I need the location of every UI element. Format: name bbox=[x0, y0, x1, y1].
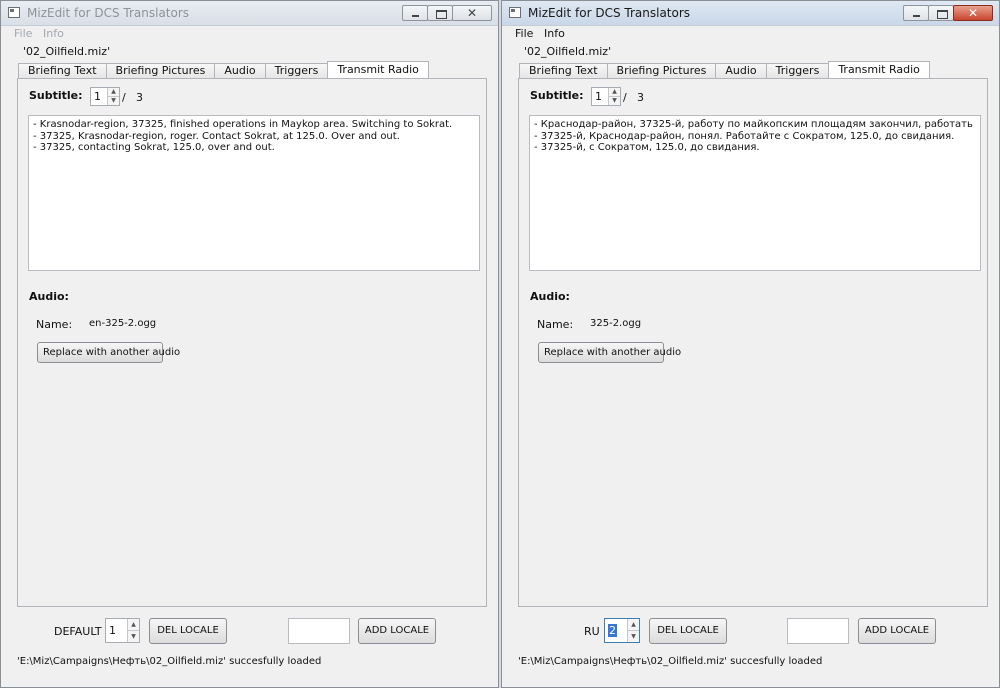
tab-triggers[interactable]: Triggers bbox=[765, 63, 830, 78]
spin-up-icon[interactable]: ▲ bbox=[628, 619, 639, 630]
maximize-button[interactable] bbox=[427, 5, 453, 21]
audio-name-value: en-325-2.ogg bbox=[89, 318, 157, 329]
add-locale-button[interactable]: ADD LOCALE bbox=[358, 618, 436, 644]
window-title: MizEdit for DCS Translators bbox=[27, 6, 190, 20]
app-window-icon bbox=[8, 7, 20, 18]
menu-bar: File Info bbox=[502, 26, 999, 42]
minimize-button[interactable] bbox=[402, 5, 428, 21]
subtitle-line: - 37325, contacting Sokrat, 125.0, over … bbox=[33, 142, 275, 153]
subtitle-line: - Краснодар-район, 37325-й, работу по ма… bbox=[534, 119, 976, 130]
audio-name-value: 325-2.ogg bbox=[590, 318, 642, 329]
spin-down-icon[interactable]: ▼ bbox=[128, 630, 139, 642]
new-locale-input[interactable] bbox=[288, 618, 350, 644]
tab-briefing-pictures[interactable]: Briefing Pictures bbox=[606, 63, 717, 78]
tab-triggers[interactable]: Triggers bbox=[264, 63, 329, 78]
subtitle-line: - 37325-й, Краснодар-район, понял. Работ… bbox=[534, 130, 955, 142]
status-bar: 'E:\Miz\Campaigns\Нефть\02_Oilfield.miz'… bbox=[17, 656, 322, 667]
locale-spinbox[interactable]: 2 ▲ ▼ bbox=[604, 618, 640, 643]
maximize-button[interactable] bbox=[928, 5, 954, 21]
subtitle-text-area[interactable]: - Krasnodar-region, 37325, finished oper… bbox=[28, 115, 480, 271]
title-bar[interactable]: MizEdit for DCS Translators ✕ bbox=[502, 1, 999, 26]
locale-spinbox[interactable]: 1 ▲ ▼ bbox=[105, 618, 140, 643]
spin-up-icon[interactable]: ▲ bbox=[609, 88, 620, 96]
audio-name-label: Name: bbox=[537, 318, 574, 331]
window-right: MizEdit for DCS Translators ✕ File Info … bbox=[501, 0, 1000, 688]
del-locale-button[interactable]: DEL LOCALE bbox=[149, 618, 227, 644]
subtitle-total: 3 bbox=[637, 91, 644, 104]
close-button[interactable]: ✕ bbox=[953, 5, 993, 21]
subtitle-label: Subtitle: bbox=[530, 89, 584, 102]
audio-section-label: Audio: bbox=[530, 290, 570, 303]
add-locale-button[interactable]: ADD LOCALE bbox=[858, 618, 936, 644]
subtitle-line: - 37325-й, с Сократом, 125.0, до свидани… bbox=[534, 142, 760, 153]
menu-file[interactable]: File bbox=[14, 27, 32, 40]
app-window-icon bbox=[509, 7, 521, 18]
tab-audio[interactable]: Audio bbox=[715, 63, 767, 78]
subtitle-text-area[interactable]: - Краснодар-район, 37325-й, работу по ма… bbox=[529, 115, 981, 271]
subtitle-line: - 37325, Krasnodar-region, roger. Contac… bbox=[33, 130, 400, 142]
replace-audio-button[interactable]: Replace with another audio bbox=[37, 342, 180, 363]
status-bar: 'E:\Miz\Campaigns\Нефть\02_Oilfield.miz'… bbox=[518, 656, 823, 667]
subtitle-separator: / bbox=[122, 91, 126, 104]
file-name-label: '02_Oilfield.miz' bbox=[23, 45, 111, 58]
menu-info[interactable]: Info bbox=[544, 27, 565, 40]
tab-audio[interactable]: Audio bbox=[214, 63, 266, 78]
tab-transmit-radio[interactable]: Transmit Radio bbox=[828, 61, 930, 78]
transmit-radio-panel: Subtitle: 1 ▲ ▼ / 3 - Krasnodar-region, … bbox=[17, 78, 487, 607]
locale-index: 1 bbox=[109, 624, 116, 637]
minimize-button[interactable] bbox=[903, 5, 929, 21]
replace-audio-button[interactable]: Replace with another audio bbox=[538, 342, 681, 363]
menu-file[interactable]: File bbox=[515, 27, 533, 40]
audio-name-label: Name: bbox=[36, 318, 73, 331]
tab-briefing-pictures[interactable]: Briefing Pictures bbox=[105, 63, 216, 78]
del-locale-button[interactable]: DEL LOCALE bbox=[649, 618, 727, 644]
window-left: MizEdit for DCS Translators ✕ File Info … bbox=[0, 0, 499, 688]
new-locale-input[interactable] bbox=[787, 618, 849, 644]
menu-bar: File Info bbox=[1, 26, 498, 42]
audio-section-label: Audio: bbox=[29, 290, 69, 303]
title-bar[interactable]: MizEdit for DCS Translators ✕ bbox=[1, 1, 498, 26]
locale-label: RU bbox=[584, 625, 600, 638]
close-button[interactable]: ✕ bbox=[452, 5, 492, 21]
spin-up-icon[interactable]: ▲ bbox=[128, 619, 139, 630]
menu-info[interactable]: Info bbox=[43, 27, 64, 40]
spin-up-icon[interactable]: ▲ bbox=[108, 88, 119, 96]
window-title: MizEdit for DCS Translators bbox=[528, 6, 691, 20]
subtitle-total: 3 bbox=[136, 91, 143, 104]
spin-down-icon[interactable]: ▼ bbox=[628, 630, 639, 642]
subtitle-separator: / bbox=[623, 91, 627, 104]
subtitle-label: Subtitle: bbox=[29, 89, 83, 102]
file-name-label: '02_Oilfield.miz' bbox=[524, 45, 612, 58]
tab-briefing-text[interactable]: Briefing Text bbox=[519, 63, 608, 78]
subtitle-line: - Krasnodar-region, 37325, finished oper… bbox=[33, 119, 453, 130]
close-icon: ✕ bbox=[466, 6, 478, 20]
subtitle-value: 1 bbox=[94, 90, 101, 103]
transmit-radio-panel: Subtitle: 1 ▲ ▼ / 3 - Краснодар-район, 3… bbox=[518, 78, 988, 607]
subtitle-spinbox[interactable]: 1 ▲ ▼ bbox=[90, 87, 120, 106]
locale-label: DEFAULT bbox=[54, 625, 102, 638]
subtitle-value: 1 bbox=[595, 90, 602, 103]
locale-index: 2 bbox=[608, 624, 617, 637]
tab-bar: Briefing Text Briefing Pictures Audio Tr… bbox=[18, 61, 429, 78]
tab-bar: Briefing Text Briefing Pictures Audio Tr… bbox=[519, 61, 930, 78]
spin-down-icon[interactable]: ▼ bbox=[108, 96, 119, 105]
close-icon: ✕ bbox=[967, 6, 979, 20]
subtitle-spinbox[interactable]: 1 ▲ ▼ bbox=[591, 87, 621, 106]
tab-transmit-radio[interactable]: Transmit Radio bbox=[327, 61, 429, 78]
spin-down-icon[interactable]: ▼ bbox=[609, 96, 620, 105]
tab-briefing-text[interactable]: Briefing Text bbox=[18, 63, 107, 78]
